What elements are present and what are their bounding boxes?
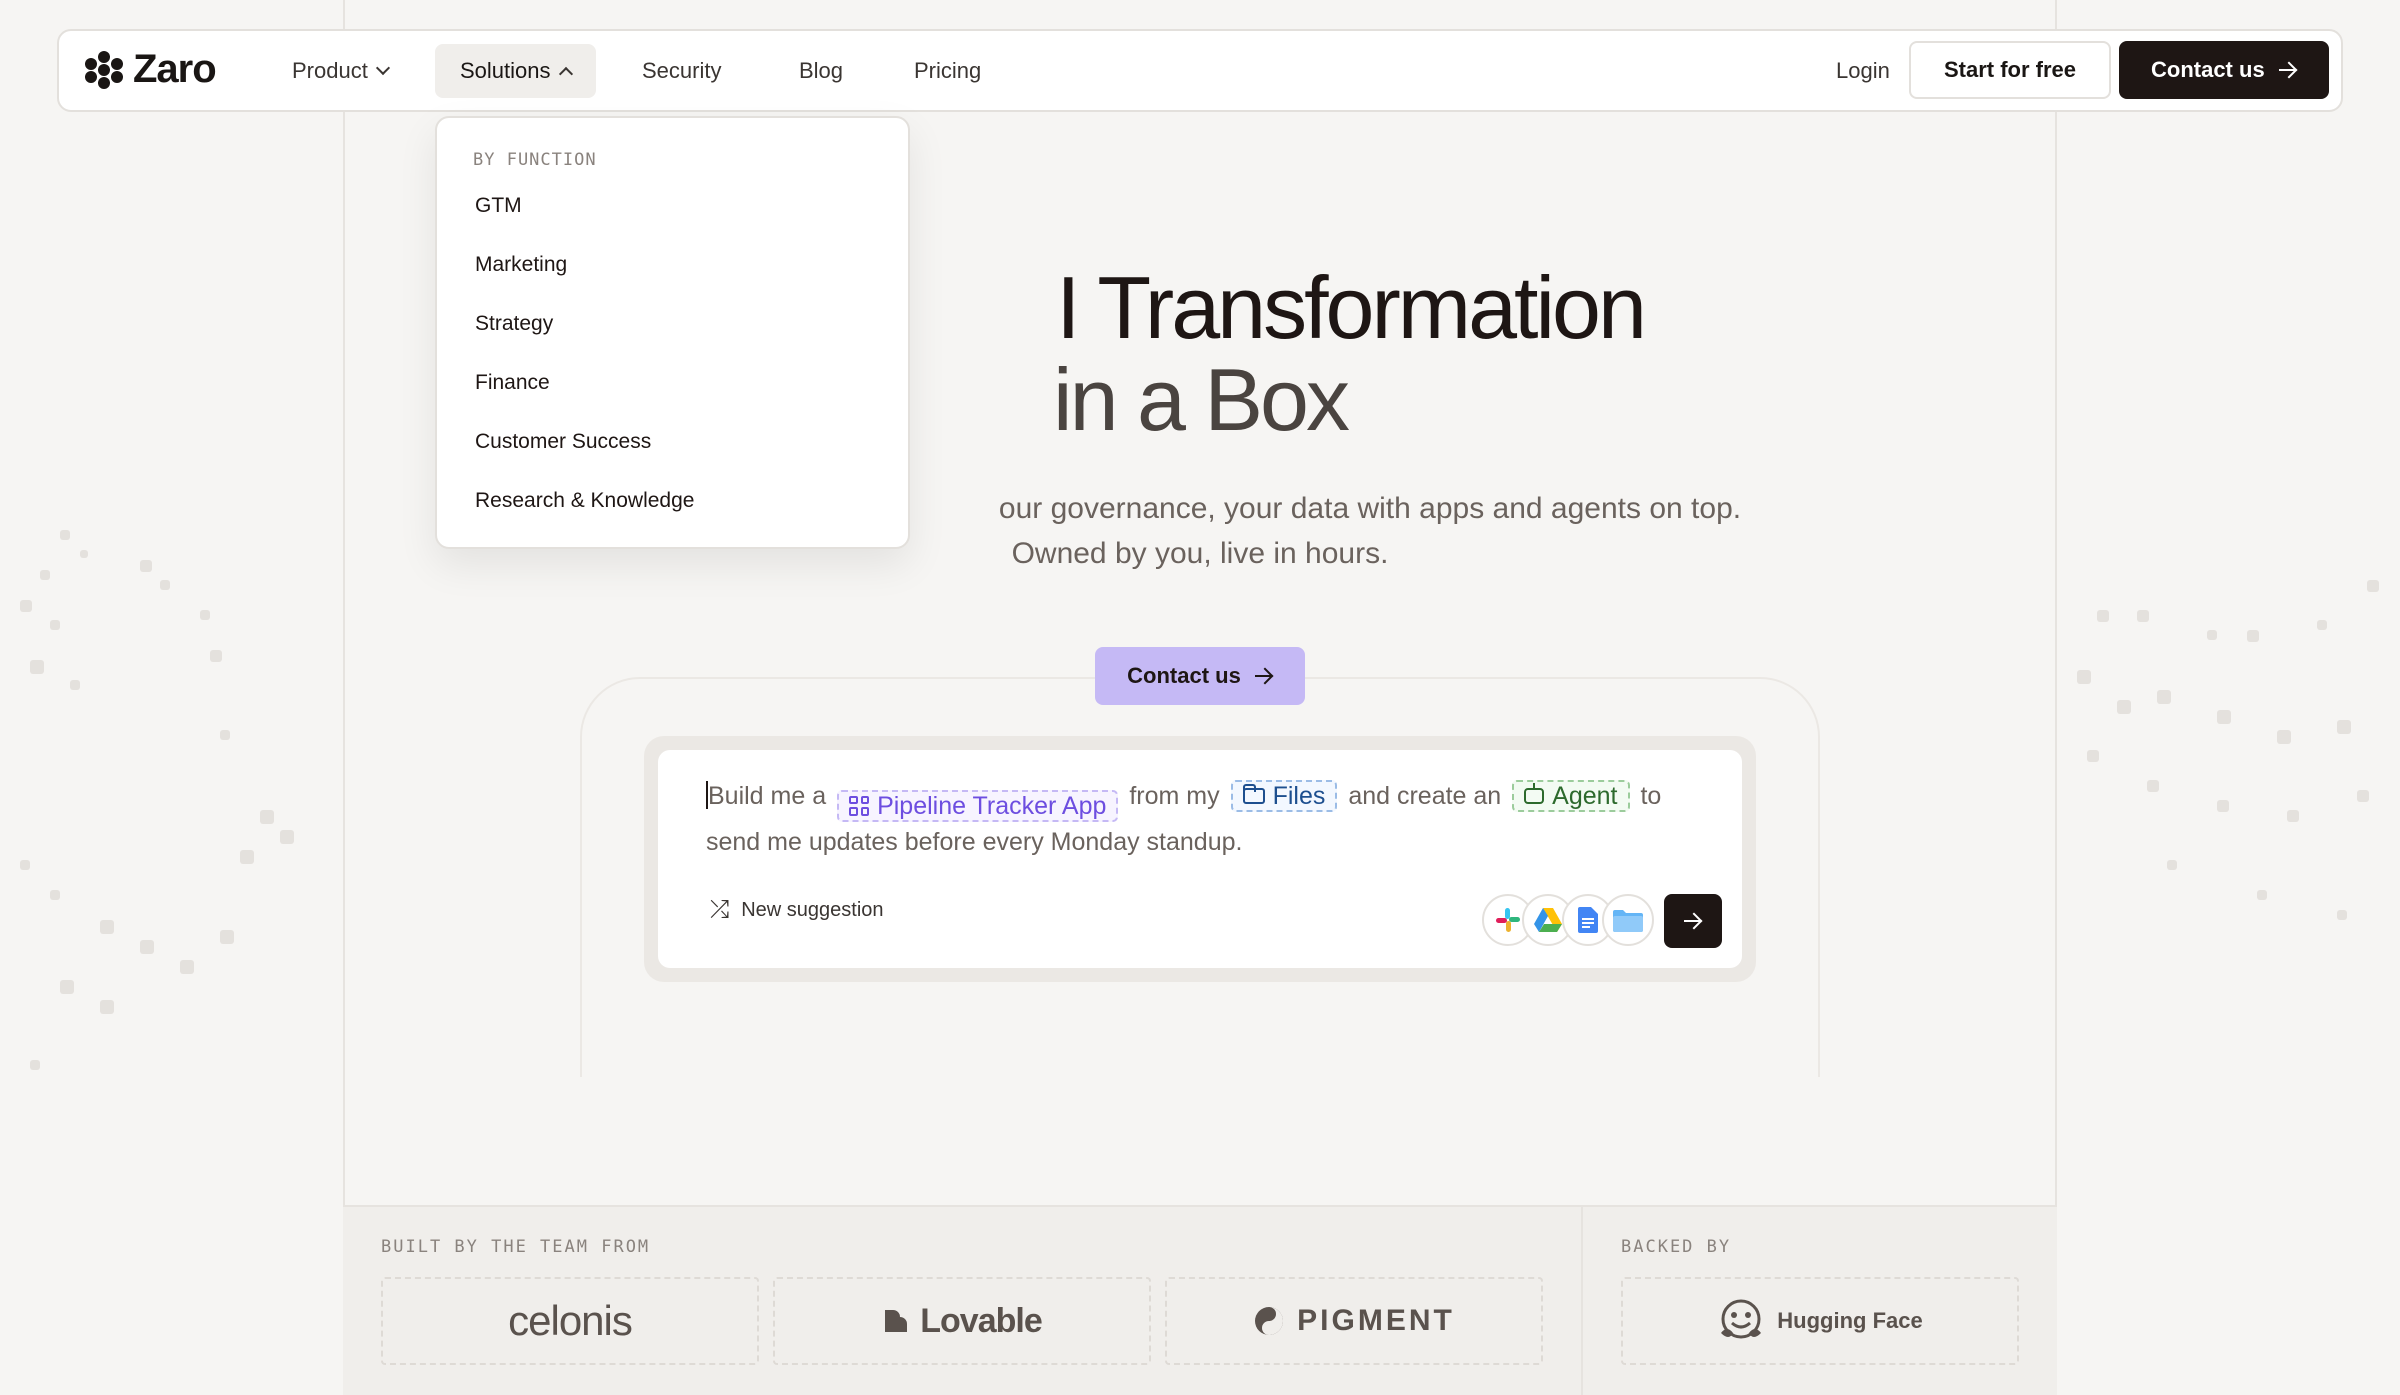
chevron-up-icon [558,66,573,82]
nav-security[interactable]: Security [617,44,746,98]
chip-pipeline-app-label: Pipeline Tracker App [877,791,1107,820]
logo-icon [85,50,123,89]
chevron-down-icon [375,60,390,76]
backed-by-label: BACKED BY [1621,1237,1732,1257]
built-by-label: BUILT BY THE TEAM FROM [381,1237,651,1257]
logo-pigment: PIGMENT [1165,1277,1543,1365]
start-free-label: Start for free [1944,57,2077,82]
logo-lovable-text: Lovable [920,1301,1042,1340]
nav-blog-label: Blog [799,58,844,83]
contact-label: Contact us [2151,57,2265,82]
prompt-box: Build me a Pipeline Tracker App from my … [644,736,1756,982]
folder-icon [1242,784,1265,804]
contact-button[interactable]: Contact us [2119,41,2329,99]
shuffle-icon: ⤮ [710,896,730,923]
app-grid-icon [849,795,870,816]
chip-pipeline-app[interactable]: Pipeline Tracker App [837,789,1119,822]
folder-icon [1602,894,1654,946]
logo-celonis: celonis [381,1277,759,1365]
top-navbar: Zaro Product Solutions Security Blog Pri… [57,29,2343,112]
hero-contact-button[interactable]: Contact us [1095,647,1305,705]
prompt-input[interactable]: Build me a Pipeline Tracker App from my … [706,776,1702,862]
dropdown-item-research-knowledge[interactable]: Research & Knowledge [475,489,694,513]
new-suggestion-button[interactable]: ⤮ New suggestion [710,896,884,924]
lovable-heart-icon [885,1310,908,1332]
nav-security-label: Security [642,58,722,83]
dropdown-item-strategy[interactable]: Strategy [475,312,553,336]
login-link[interactable]: Login [1811,44,1915,98]
pigment-icon [1255,1307,1284,1335]
logo-hugging-face-text: Hugging Face [1777,1308,1923,1333]
nav-blog[interactable]: Blog [774,44,868,98]
brand-name: Zaro [133,47,217,91]
dot-map-right [2057,560,2400,1060]
dot-map-left [0,520,343,1120]
logo-lovable: Lovable [773,1277,1151,1365]
arrow-right-icon [2278,61,2297,79]
start-free-button[interactable]: Start for free [1909,41,2112,99]
dropdown-heading: BY FUNCTION [473,150,597,170]
dropdown-item-finance[interactable]: Finance [475,371,550,395]
dropdown-item-customer-success[interactable]: Customer Success [475,430,651,454]
hugging-face-icon [1721,1299,1762,1339]
nav-pricing-label: Pricing [914,58,982,83]
logo-hugging-face: Hugging Face [1621,1277,2019,1365]
new-suggestion-label: New suggestion [741,898,884,921]
bot-icon [1524,783,1545,804]
nav-product[interactable]: Product [267,44,413,98]
logo-band-divider [1581,1205,1583,1395]
arrow-right-icon [1254,667,1273,685]
chip-files[interactable]: Files [1230,780,1338,812]
prompt-text-part3: and create an [1348,782,1502,810]
prompt-text-part1: Build me a [708,782,827,810]
integration-icons [1482,894,1654,946]
send-button[interactable] [1664,894,1722,948]
hero-contact-label: Contact us [1127,663,1241,688]
login-label: Login [1836,58,1890,83]
chip-agent-label: Agent [1552,782,1618,810]
prompt-text-part2: from my [1129,782,1220,810]
logo-celonis-text: celonis [508,1297,633,1344]
prompt-card: Build me a Pipeline Tracker App from my … [658,750,1742,968]
chip-agent[interactable]: Agent [1512,780,1630,812]
dropdown-item-gtm[interactable]: GTM [475,194,522,218]
nav-product-label: Product [292,58,368,83]
chip-files-label: Files [1272,782,1326,810]
solutions-dropdown: BY FUNCTION GTM Marketing Strategy Finan… [435,116,910,549]
nav-solutions[interactable]: Solutions [435,44,596,98]
arrow-right-icon [1684,912,1702,930]
frame-line-left [343,0,345,1395]
dropdown-item-marketing[interactable]: Marketing [475,253,567,277]
nav-pricing[interactable]: Pricing [889,44,1006,98]
logo-pigment-text: PIGMENT [1297,1304,1455,1337]
nav-solutions-label: Solutions [460,58,551,83]
brand-logo[interactable]: Zaro [85,47,217,92]
